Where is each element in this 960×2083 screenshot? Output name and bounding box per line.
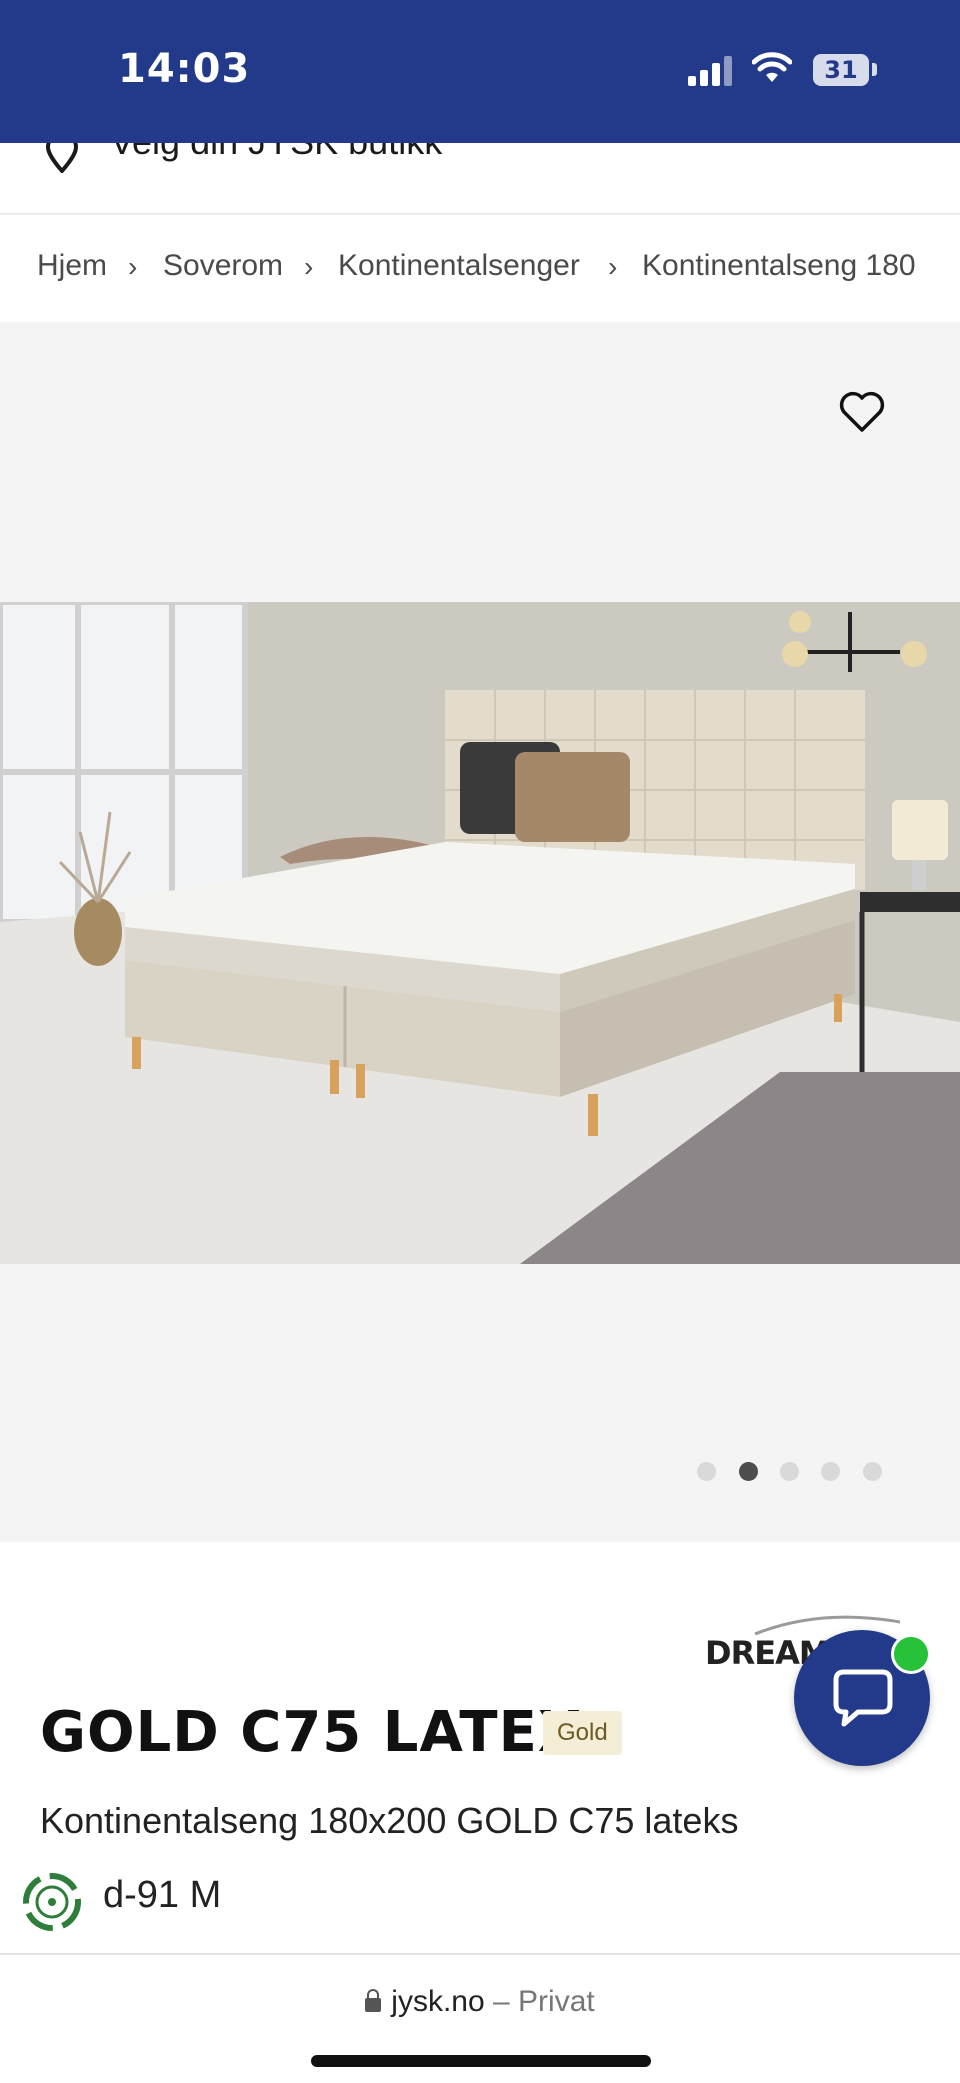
private-mode-label: Privat — [518, 1985, 595, 2018]
gallery-dot[interactable] — [821, 1462, 840, 1481]
battery-tip — [872, 63, 877, 76]
product-spec: d-91 M — [103, 1874, 222, 1916]
browser-address-bar[interactable]: jysk.no – Privat — [0, 1953, 960, 2083]
url-domain: jysk.no — [391, 1985, 485, 2018]
online-indicator — [891, 1634, 931, 1674]
product-image[interactable] — [0, 602, 960, 1264]
chevron-right-icon: › — [128, 251, 138, 282]
cell-signal-icon — [688, 56, 732, 86]
lock-icon — [365, 1989, 382, 2012]
store-selector[interactable]: Velg din JYSK butikk — [0, 143, 960, 215]
gallery-dot[interactable] — [863, 1462, 882, 1481]
home-indicator[interactable] — [311, 2055, 651, 2067]
product-title: GOLD C75 LATEX — [40, 1700, 583, 1765]
wifi-icon — [752, 52, 792, 82]
status-bar: 14:03 31 — [0, 0, 960, 143]
battery-indicator: 31 — [813, 54, 869, 86]
url-display[interactable]: jysk.no – Privat — [0, 1985, 960, 2019]
product-subtitle: Kontinentalseng 180x200 GOLD C75 lateks — [40, 1800, 739, 1841]
breadcrumb-soverom[interactable]: Soverom — [163, 249, 283, 283]
breadcrumb-current[interactable]: Kontinentalseng 180 — [642, 249, 916, 283]
breadcrumb-kontinentalsenger[interactable]: Kontinentalsenger — [338, 249, 580, 283]
location-pin-icon — [45, 143, 79, 173]
quality-badge: Gold — [543, 1711, 622, 1755]
url-separator: – — [493, 1985, 510, 2018]
breadcrumb-home[interactable]: Hjem — [37, 249, 107, 283]
chevron-right-icon: › — [608, 251, 618, 282]
breadcrumb: Hjem › Soverom › Kontinentalsenger › Kon… — [0, 215, 960, 320]
heart-icon[interactable] — [838, 390, 886, 434]
gallery-dot[interactable] — [697, 1462, 716, 1481]
gallery-dot[interactable] — [780, 1462, 799, 1481]
status-time: 14:03 — [118, 46, 251, 92]
chevron-right-icon: › — [304, 251, 314, 282]
gallery-dot-active[interactable] — [739, 1462, 758, 1481]
store-selector-label: Velg din JYSK butikk — [110, 143, 442, 163]
product-gallery[interactable] — [0, 322, 960, 1542]
recycle-icon — [23, 1873, 81, 1931]
